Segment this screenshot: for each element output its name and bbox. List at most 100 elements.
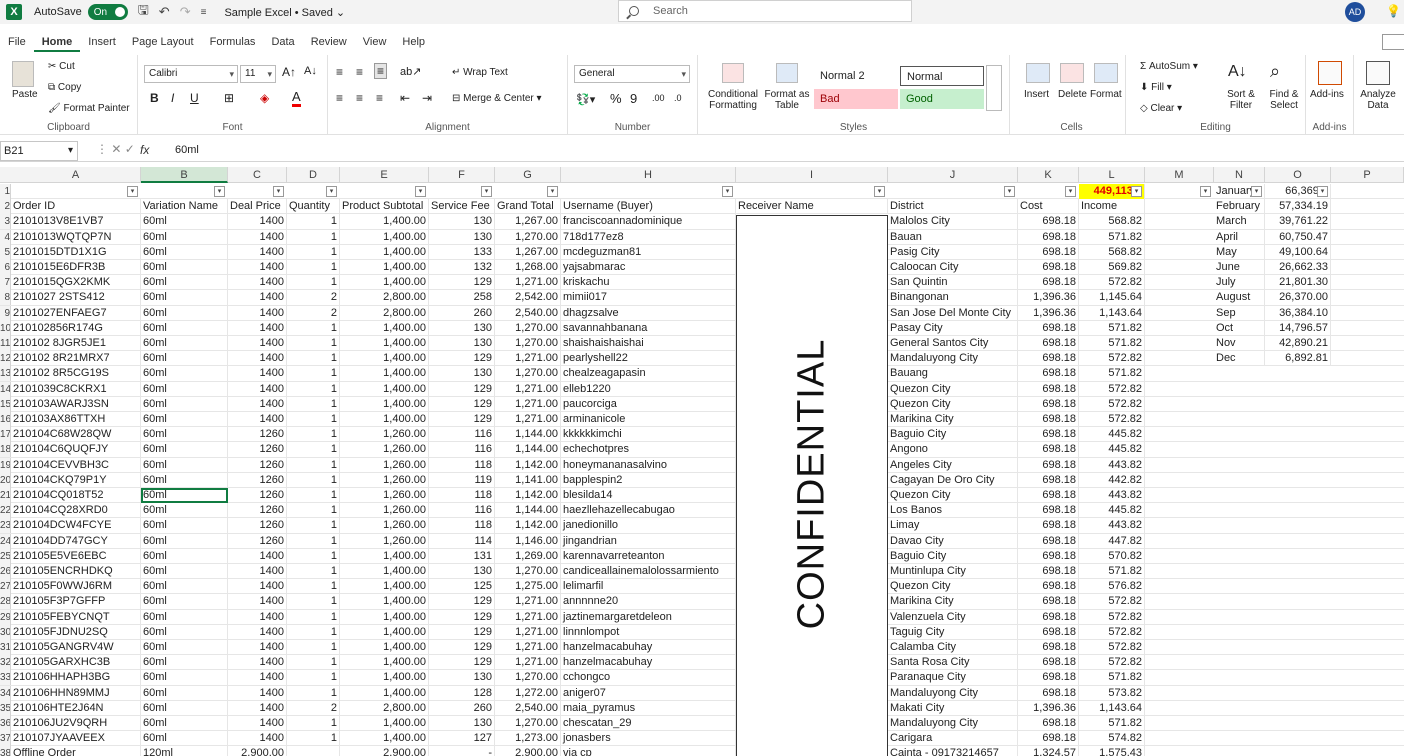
cell[interactable]: Mandaluyong City: [888, 685, 1018, 701]
font-color-icon[interactable]: A: [292, 89, 301, 107]
cell[interactable]: 1,400.00: [340, 731, 429, 747]
cell[interactable]: 1400: [228, 640, 287, 655]
cell[interactable]: 1400: [228, 351, 287, 367]
cell[interactable]: 571.82: [1079, 336, 1145, 351]
cell[interactable]: 60ml: [141, 579, 228, 595]
borders-icon[interactable]: ⊞: [224, 91, 234, 105]
cell[interactable]: 14,796.57: [1265, 320, 1331, 336]
cell[interactable]: Mandaluyong City: [888, 716, 1018, 731]
tab-home[interactable]: Home: [33, 32, 81, 52]
cell[interactable]: echechotpres: [561, 442, 736, 458]
cell[interactable]: jonasbers: [561, 731, 736, 747]
cell[interactable]: Bauang: [888, 366, 1018, 382]
cell[interactable]: 1400: [228, 305, 287, 321]
cell[interactable]: 1,400.00: [340, 381, 429, 397]
cell[interactable]: 1: [287, 457, 340, 473]
column-header-c[interactable]: C: [228, 167, 287, 183]
cell[interactable]: Baguio City: [888, 427, 1018, 443]
cell[interactable]: 1,273.00: [495, 731, 561, 747]
cell[interactable]: 60ml: [141, 305, 228, 321]
cell[interactable]: 2101015QGX2KMK: [11, 275, 141, 291]
cell[interactable]: 445.82: [1079, 503, 1145, 519]
cell[interactable]: 1,270.00: [495, 336, 561, 351]
row-number[interactable]: 33: [0, 670, 11, 686]
cell[interactable]: Taguig City: [888, 624, 1018, 640]
cell[interactable]: shaishaishaishai: [561, 336, 736, 351]
cell[interactable]: 1: [287, 336, 340, 351]
cell[interactable]: 698.18: [1018, 564, 1079, 579]
cell[interactable]: Malolos City: [888, 214, 1018, 230]
cell[interactable]: Income: [1079, 199, 1145, 215]
cell[interactable]: 568.82: [1079, 244, 1145, 260]
cell[interactable]: 698.18: [1018, 594, 1079, 610]
cell[interactable]: 1260: [228, 427, 287, 443]
cell[interactable]: General Santos City: [888, 336, 1018, 351]
cell[interactable]: 1,142.00: [495, 457, 561, 473]
cell[interactable]: 1,400.00: [340, 396, 429, 412]
row-number[interactable]: 3: [0, 214, 11, 230]
cell[interactable]: 116: [429, 427, 495, 443]
cell[interactable]: Dec: [1214, 351, 1265, 367]
find-select-button[interactable]: Find & Select: [1266, 89, 1302, 111]
cell[interactable]: 698.18: [1018, 624, 1079, 640]
cell[interactable]: 129: [429, 594, 495, 610]
column-header-a[interactable]: A: [11, 167, 141, 183]
cell[interactable]: Pasay City: [888, 320, 1018, 336]
cell[interactable]: 210105F0WWJ6RM: [11, 579, 141, 595]
cell[interactable]: paucorciga: [561, 396, 736, 412]
cell[interactable]: 1,400.00: [340, 229, 429, 245]
bold-button[interactable]: B: [150, 91, 159, 105]
cell[interactable]: pearlyshell22: [561, 351, 736, 367]
cell[interactable]: 118: [429, 457, 495, 473]
cell[interactable]: 1,400.00: [340, 685, 429, 701]
cell[interactable]: San Jose Del Monte City: [888, 305, 1018, 321]
comments-button[interactable]: [1382, 34, 1404, 50]
cell[interactable]: 60ml: [141, 336, 228, 351]
column-header-k[interactable]: K: [1018, 167, 1079, 183]
row-number[interactable]: 21: [0, 488, 11, 503]
cell[interactable]: 718d177ez8: [561, 229, 736, 245]
column-header-m[interactable]: M: [1145, 167, 1214, 183]
cell[interactable]: 210106HHAPH3BG: [11, 670, 141, 686]
cell[interactable]: 698.18: [1018, 533, 1079, 549]
addins-icon[interactable]: [1318, 61, 1342, 85]
cell[interactable]: 1: [287, 640, 340, 655]
cell[interactable]: 698.18: [1018, 260, 1079, 275]
filter-dropdown-icon[interactable]: ▾: [214, 186, 225, 197]
cell[interactable]: 1: [287, 564, 340, 579]
cell[interactable]: 210105FEBYCNQT: [11, 609, 141, 625]
cell[interactable]: 1,400.00: [340, 260, 429, 275]
cell[interactable]: 1: [287, 518, 340, 534]
addins-button[interactable]: Add-ins: [1310, 89, 1344, 100]
column-header-i[interactable]: I: [736, 167, 888, 183]
comma-button[interactable]: 9: [630, 91, 637, 106]
cell[interactable]: 2101013WQTQP7N: [11, 229, 141, 245]
cell[interactable]: savannahbanana: [561, 320, 736, 336]
clear-button[interactable]: ◇ Clear ▾: [1140, 103, 1182, 114]
cell[interactable]: 60ml: [141, 472, 228, 488]
cell[interactable]: 1,400.00: [340, 624, 429, 640]
cell[interactable]: 569.82: [1079, 260, 1145, 275]
cell[interactable]: 60ml: [141, 260, 228, 275]
cell[interactable]: 1,271.00: [495, 275, 561, 291]
cell[interactable]: janedionillo: [561, 518, 736, 534]
undo-icon[interactable]: ↶: [159, 4, 170, 20]
fill-button[interactable]: ⬇ Fill ▾: [1140, 82, 1172, 93]
cell[interactable]: 698.18: [1018, 488, 1079, 503]
row-number[interactable]: 10: [0, 320, 11, 336]
cell[interactable]: 6,892.81: [1265, 351, 1331, 367]
cell[interactable]: candiceallainemalolossarmiento: [561, 564, 736, 579]
cell[interactable]: 1400: [228, 700, 287, 716]
cell[interactable]: Quezon City: [888, 381, 1018, 397]
cell[interactable]: 210104DCW4FCYE: [11, 518, 141, 534]
cell[interactable]: 210105E5VE6EBC: [11, 548, 141, 564]
cell[interactable]: 1,400.00: [340, 640, 429, 655]
cell[interactable]: 60ml: [141, 503, 228, 519]
cell[interactable]: 1260: [228, 457, 287, 473]
cell[interactable]: 39,761.22: [1265, 214, 1331, 230]
cell[interactable]: 129: [429, 381, 495, 397]
cell[interactable]: 572.82: [1079, 640, 1145, 655]
cell[interactable]: 698.18: [1018, 731, 1079, 747]
cell[interactable]: 60ml: [141, 594, 228, 610]
cell[interactable]: 1260: [228, 503, 287, 519]
